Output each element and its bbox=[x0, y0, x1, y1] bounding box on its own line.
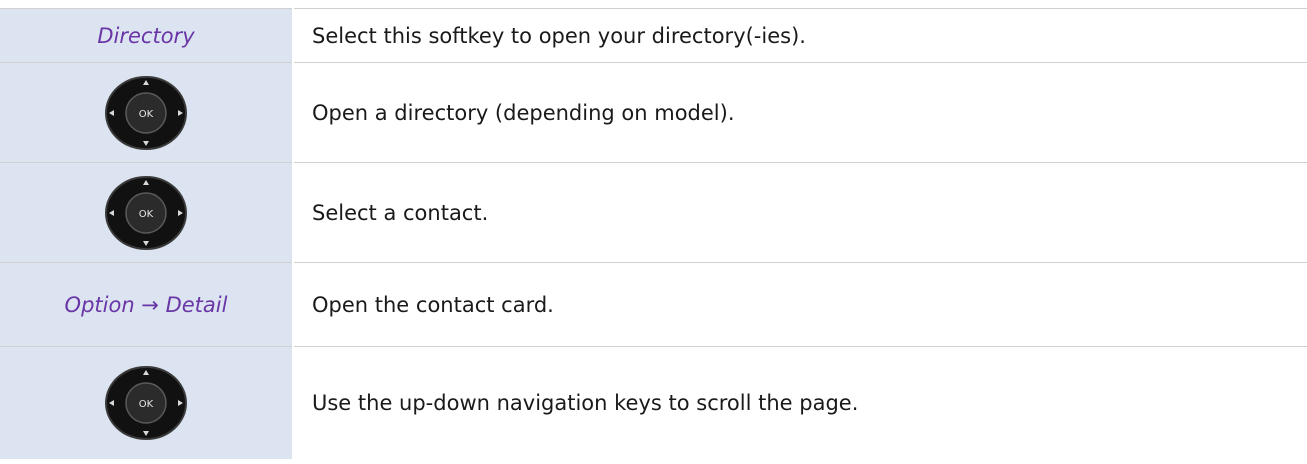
step-description: Select a contact. bbox=[312, 200, 489, 225]
navigation-ok-key-icon: OK bbox=[105, 365, 187, 440]
navigation-ok-key-icon: OK bbox=[105, 75, 187, 150]
table-row: OK Use the up-down navigation keys to sc… bbox=[0, 346, 1307, 459]
navigation-ok-key-icon: OK bbox=[105, 175, 187, 250]
table-row: OK Open a directory (depending on model)… bbox=[0, 62, 1307, 163]
step-description: Use the up-down navigation keys to scrol… bbox=[312, 390, 859, 415]
key-cell: OK bbox=[0, 62, 294, 163]
table-row: OK Select a contact. bbox=[0, 162, 1307, 263]
instruction-table: Directory Select this softkey to open yo… bbox=[0, 8, 1307, 459]
key-cell: Option → Detail bbox=[0, 262, 294, 347]
key-cell: Directory bbox=[0, 8, 294, 63]
svg-text:OK: OK bbox=[139, 399, 154, 410]
softkey-label-directory: Directory bbox=[97, 23, 195, 48]
step-description: Open the contact card. bbox=[312, 292, 554, 317]
step-description: Open a directory (depending on model). bbox=[312, 100, 735, 125]
svg-text:OK: OK bbox=[139, 109, 154, 120]
table-row: Directory Select this softkey to open yo… bbox=[0, 8, 1307, 63]
key-cell: OK bbox=[0, 162, 294, 263]
table-row: Option → Detail Open the contact card. bbox=[0, 262, 1307, 347]
softkey-label-option-detail: Option → Detail bbox=[64, 292, 228, 317]
svg-text:OK: OK bbox=[139, 209, 154, 220]
step-description: Select this softkey to open your directo… bbox=[312, 23, 806, 48]
key-cell: OK bbox=[0, 346, 294, 459]
